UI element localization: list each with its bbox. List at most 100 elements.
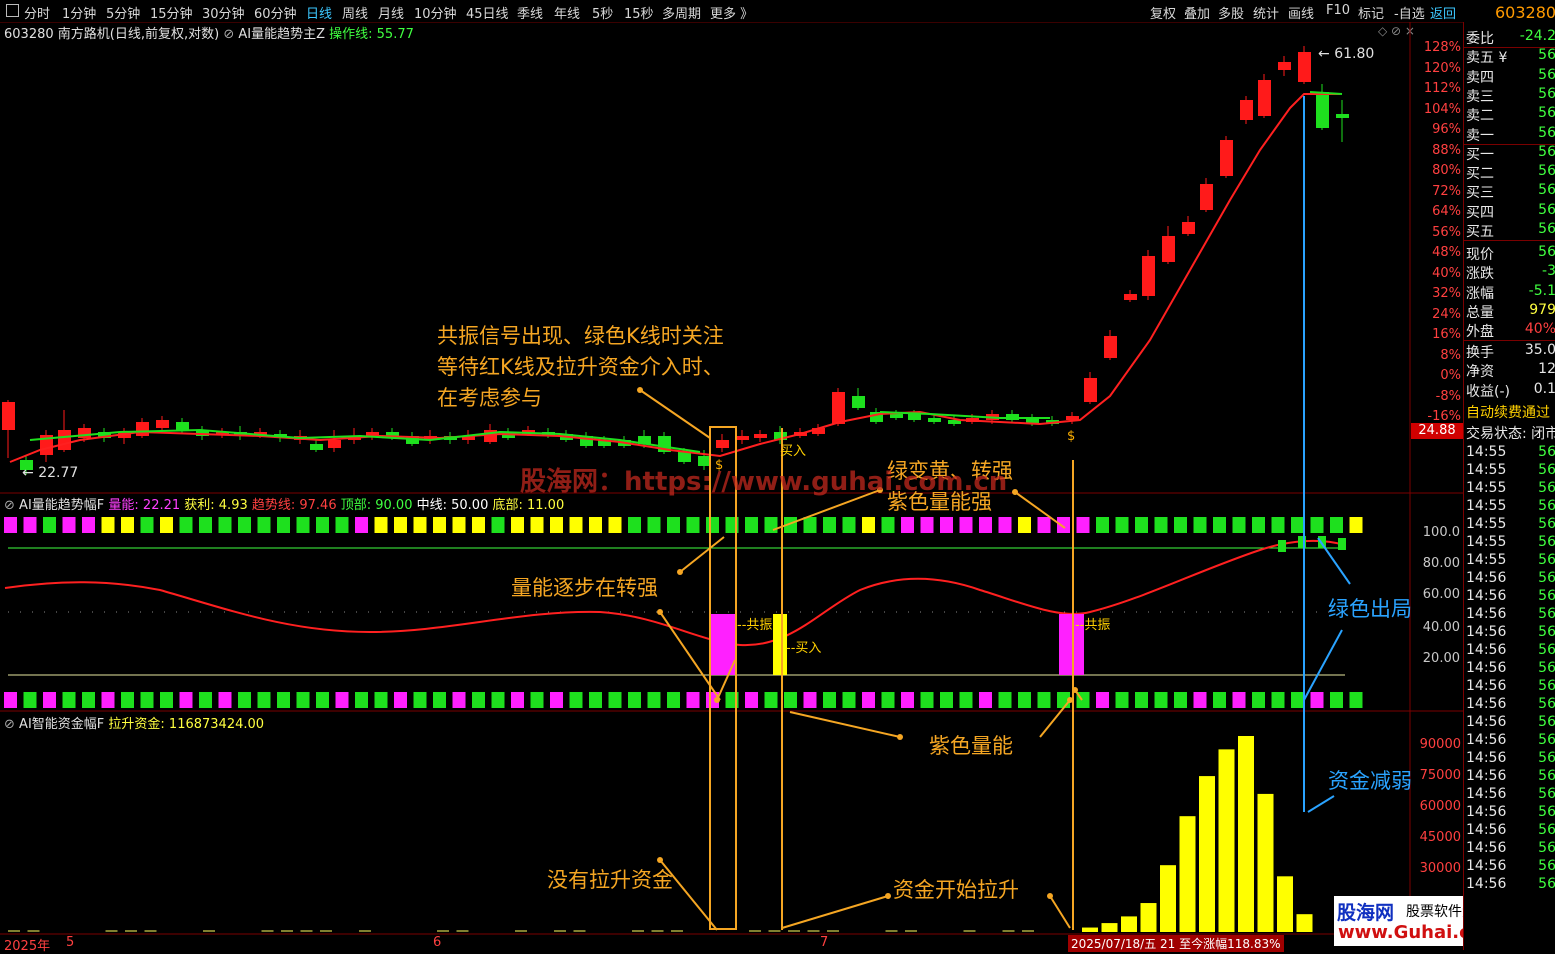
quote-label: 换手 xyxy=(1466,342,1494,362)
arrow-head xyxy=(657,609,663,615)
quote-value: 56 xyxy=(1538,202,1555,218)
panel2-header: ⊘ AI量能趋势幅F 量能: 22.21 获利: 4.93 趋势线: 97.46… xyxy=(4,494,564,513)
quote-value: 0.1 xyxy=(1534,381,1555,397)
stock-code-header: 603280 xyxy=(1495,3,1555,22)
x-axis-year: 2025年 xyxy=(4,935,50,954)
quote-label: 委比 xyxy=(1466,28,1494,48)
capital-bar xyxy=(1297,914,1313,932)
quote-value: 56 xyxy=(1538,221,1555,237)
highlight-box xyxy=(710,427,736,929)
tick-price: 56 xyxy=(1538,660,1555,676)
arrow-head xyxy=(897,734,903,740)
divider xyxy=(1464,240,1555,241)
price-axis-label: 56% xyxy=(1407,225,1461,240)
signal-square-bottom xyxy=(648,692,661,708)
quote-value: 40% xyxy=(1525,321,1555,337)
signal-square-bottom xyxy=(999,692,1012,708)
quote-label: 卖二 xyxy=(1466,105,1494,125)
tick-time: 14:56 xyxy=(1466,642,1506,658)
signal-square-bottom xyxy=(1311,692,1324,708)
signal-square xyxy=(882,517,895,533)
signal-square-bottom xyxy=(765,692,778,708)
momentum-curve xyxy=(5,541,1345,645)
annotation-arrow xyxy=(782,896,888,928)
candle-body xyxy=(716,440,729,448)
signal-square xyxy=(1194,517,1207,533)
signal-square xyxy=(979,517,992,533)
quote-value: 56 xyxy=(1538,105,1555,121)
quote-label: 卖五 ¥ xyxy=(1466,47,1507,67)
quote-value: -3 xyxy=(1542,263,1555,279)
capital-bar xyxy=(1258,794,1274,932)
signal-square xyxy=(238,517,251,533)
signal-square-bottom xyxy=(433,692,446,708)
signal-square-bottom xyxy=(1135,692,1148,708)
tick-price: 56 xyxy=(1538,480,1555,496)
watermark-text: 股海网：https://www.guhai.com.cn xyxy=(520,461,1007,498)
signal-square xyxy=(1291,517,1304,533)
signal-square-bottom xyxy=(1116,692,1129,708)
candle-body xyxy=(310,444,323,450)
quote-label: 卖四 xyxy=(1466,67,1494,87)
tick-time: 14:55 xyxy=(1466,498,1506,514)
signal-square-bottom xyxy=(1038,692,1051,708)
candle-body xyxy=(1336,114,1349,118)
candle-body xyxy=(136,422,149,436)
candle-body xyxy=(176,422,189,430)
signal-square xyxy=(316,517,329,533)
price-axis-label: 32% xyxy=(1407,286,1461,301)
tick-price: 56 xyxy=(1538,516,1555,532)
quote-value: 56 xyxy=(1538,125,1555,141)
capital-bar xyxy=(1219,749,1235,932)
price-axis-label: 40% xyxy=(1407,266,1461,281)
capital-bar xyxy=(1180,816,1196,932)
signal-square xyxy=(24,517,37,533)
panel2-value: 顶部: 90.00 xyxy=(337,498,413,513)
signal-square-bottom xyxy=(862,692,875,708)
candle-body xyxy=(1182,222,1195,234)
tick-time: 14:56 xyxy=(1466,678,1506,694)
signal-square xyxy=(667,517,680,533)
signal-square xyxy=(745,517,758,533)
arrow-head xyxy=(1012,489,1018,495)
annotation-text: 共振信号出现、绿色K线时关注 xyxy=(437,320,724,350)
annotation-text: 紫色量能 xyxy=(929,730,1013,760)
signal-square-bottom xyxy=(511,692,524,708)
signal-square xyxy=(1096,517,1109,533)
signal-square xyxy=(63,517,76,533)
signal-square-bottom xyxy=(921,692,934,708)
arrow-head xyxy=(714,697,720,703)
signal-square xyxy=(589,517,602,533)
signal-square-bottom xyxy=(1174,692,1187,708)
capital-bar xyxy=(1141,903,1157,932)
annotation-arrow xyxy=(680,537,724,572)
candle-body xyxy=(1240,100,1253,120)
signal-square-bottom xyxy=(979,692,992,708)
signal-square xyxy=(687,517,700,533)
candle-body xyxy=(852,396,865,408)
tick-time: 14:56 xyxy=(1466,732,1506,748)
signal-square xyxy=(219,517,232,533)
quote-value: 12 xyxy=(1538,361,1555,377)
arrow-head xyxy=(1072,687,1078,693)
signal-square xyxy=(297,517,310,533)
quote-value: 56 xyxy=(1538,47,1555,63)
signal-square xyxy=(82,517,95,533)
notice-text: 自动续费通过 xyxy=(1466,402,1550,422)
panel2-value: 获利: 4.93 xyxy=(180,498,248,513)
candle-body xyxy=(736,436,749,440)
signal-square xyxy=(1252,517,1265,533)
capital-bar xyxy=(1160,865,1176,932)
trend-line xyxy=(10,94,1340,462)
tick-time: 14:55 xyxy=(1466,444,1506,460)
tick-time: 14:56 xyxy=(1466,696,1506,712)
capital-bar xyxy=(1238,736,1254,932)
signal-square-bottom xyxy=(355,692,368,708)
signal-square xyxy=(511,517,524,533)
signal-square-bottom xyxy=(687,692,700,708)
price-axis-label: 24% xyxy=(1407,307,1461,322)
panel3-axis-label: 45000 xyxy=(1407,830,1461,845)
arrow-head xyxy=(1067,697,1073,703)
annotation-text: 没有拉升资金 xyxy=(547,864,673,894)
candle-body xyxy=(1104,336,1117,358)
